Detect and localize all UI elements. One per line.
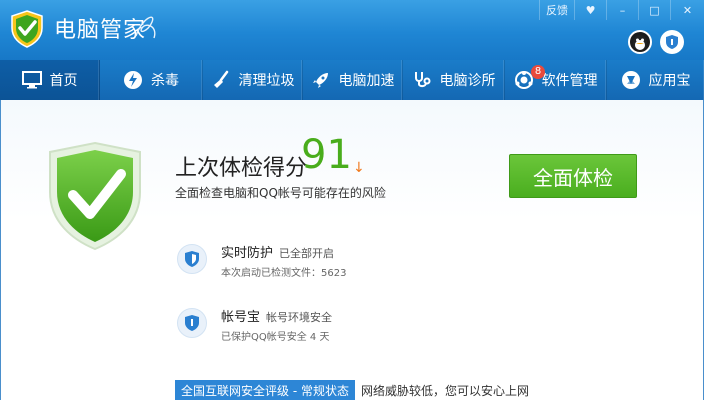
app-logo-icon	[10, 10, 44, 48]
monitor-icon	[21, 70, 42, 90]
tab-clinic[interactable]: 电脑诊所	[403, 60, 505, 100]
skin-button[interactable]: ♥	[574, 0, 606, 20]
full-scan-button[interactable]: 全面体检	[509, 154, 637, 198]
close-button[interactable]: ✕	[670, 0, 704, 20]
security-level-tag[interactable]: 全国互联网安全评级 - 常规状态	[175, 380, 355, 400]
tab-antivirus[interactable]: 杀毒	[100, 60, 203, 100]
score-trend-arrow: ↓	[353, 160, 365, 176]
health-score: 91	[301, 132, 352, 178]
account-shield-icon[interactable]	[660, 30, 684, 54]
home-panel: 上次体检得分 91 ↓ 全面检查电脑和QQ帐号可能存在的风险 全面体检 实时防护…	[0, 100, 704, 400]
score-title: 上次体检得分	[175, 156, 308, 181]
feature-name: 帐号宝	[221, 310, 261, 325]
title-signature-icon	[132, 8, 162, 46]
protection-shield-icon	[177, 244, 207, 274]
feature-detail: 已保护QQ帐号安全 4 天	[221, 332, 330, 343]
main-tab-bar: 首页 杀毒 清理垃圾 电脑加速 电脑诊所 8 软件管理 应用宝	[0, 60, 704, 100]
avatar[interactable]	[628, 30, 652, 54]
feature-status: 已全部开启	[279, 247, 335, 260]
feature-detail: 本次启动已检测文件：5623	[221, 268, 347, 279]
account-shield-icon	[177, 308, 207, 338]
app-store-icon	[621, 70, 641, 90]
tab-label: 首页	[49, 73, 78, 89]
minimize-button[interactable]: –	[606, 0, 638, 20]
security-level-description: 网络威胁较低，您可以安心上网	[360, 383, 529, 398]
tab-label: 软件管理	[541, 73, 598, 89]
tab-software-manager[interactable]: 8 软件管理	[505, 60, 607, 100]
rocket-icon	[311, 70, 331, 90]
maximize-button[interactable]: □	[638, 0, 670, 20]
tab-label: 电脑诊所	[439, 73, 496, 89]
feedback-button[interactable]: 反馈	[539, 0, 574, 20]
feature-name: 实时防护	[221, 246, 274, 261]
tab-speedup[interactable]: 电脑加速	[303, 60, 403, 100]
tab-label: 清理垃圾	[238, 73, 295, 89]
lightning-icon	[123, 70, 143, 90]
stethoscope-icon	[412, 70, 432, 90]
score-description: 全面检查电脑和QQ帐号可能存在的风险	[175, 186, 386, 200]
security-shield-icon	[45, 140, 145, 252]
tab-label: 电脑加速	[338, 73, 395, 89]
security-level-bar: 全国互联网安全评级 - 常规状态 网络威胁较低，您可以安心上网	[175, 380, 529, 400]
tab-label: 杀毒	[151, 73, 179, 89]
tab-label: 应用宝	[648, 73, 691, 89]
update-count-badge: 8	[531, 65, 545, 79]
tab-clean-junk[interactable]: 清理垃圾	[203, 60, 303, 100]
tab-app-store[interactable]: 应用宝	[607, 60, 704, 100]
tab-home[interactable]: 首页	[0, 60, 100, 100]
broom-icon	[211, 70, 231, 90]
window-controls: 反馈 ♥ – □ ✕	[539, 0, 704, 20]
feature-status: 帐号环境安全	[266, 311, 333, 324]
title-bar: 电脑管家 反馈 ♥ – □ ✕	[0, 0, 704, 60]
